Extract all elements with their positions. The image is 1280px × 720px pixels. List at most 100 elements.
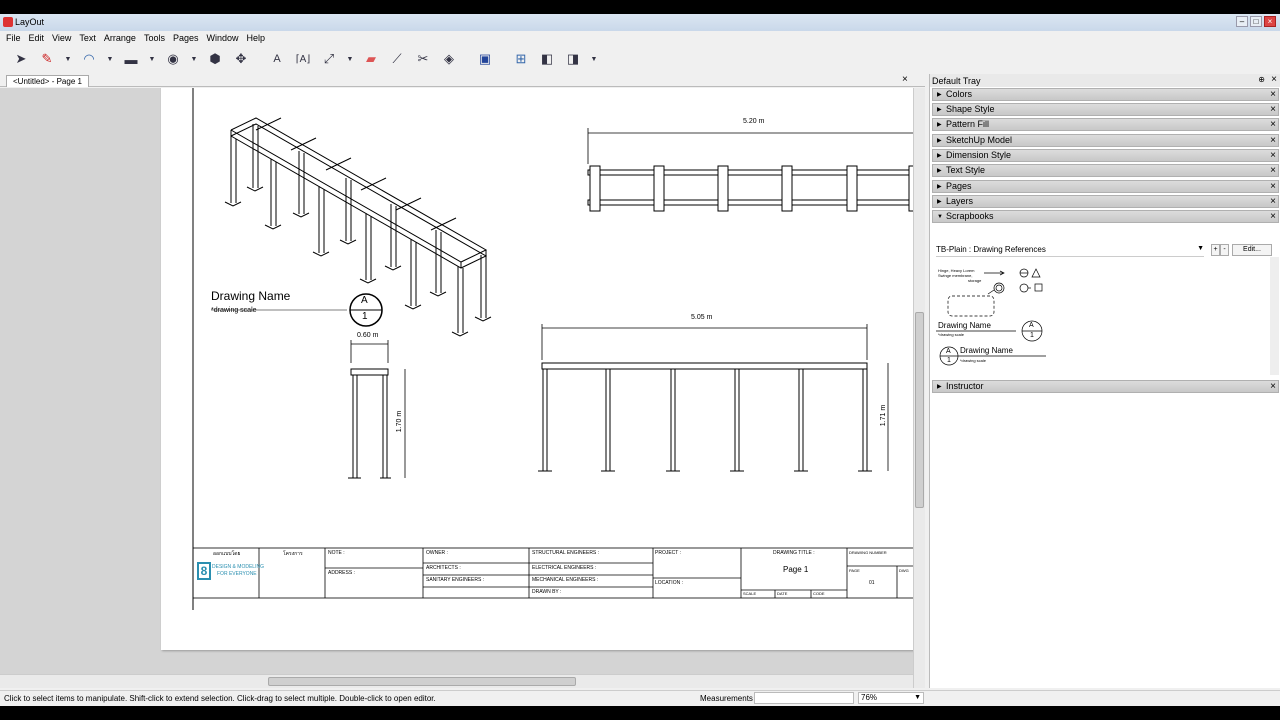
panel-colors[interactable]: ▶ Colors × — [932, 88, 1279, 101]
scrapbook-add-button[interactable]: + — [1211, 244, 1220, 256]
dim-height-right-label: 1.71 m — [880, 404, 888, 427]
panel-scrapbooks[interactable]: ▼ Scrapbooks × — [932, 210, 1279, 223]
presentation-icon[interactable]: ▣ — [474, 49, 496, 69]
tb-page-name: Page 1 — [783, 565, 809, 574]
close-document-icon[interactable]: × — [902, 74, 908, 85]
tb-logo: 8 DESIGN & MODELING FOR EVERYONE — [197, 562, 264, 588]
pencil-icon[interactable]: ✎ — [36, 49, 58, 69]
rectangle-icon[interactable]: ▬ — [120, 49, 142, 69]
panel-dimension-style[interactable]: ▶ Dimension Style × — [932, 149, 1279, 162]
tb-architects: ARCHITECTS : — [426, 565, 461, 571]
eraser-icon[interactable]: ▰ — [360, 49, 382, 69]
tray-close-icon[interactable]: × — [1271, 74, 1277, 85]
scrapbook-sample-name-2: Drawing Name — [960, 346, 1013, 355]
title-bar: LayOut – □ × — [0, 14, 1280, 31]
canvas-horizontal-scrollbar[interactable] — [0, 674, 913, 688]
circle-icon[interactable]: ◉ — [162, 49, 184, 69]
menu-edit[interactable]: Edit — [25, 31, 49, 46]
document-tab-strip: <Untitled> - Page 1 × — [0, 74, 925, 87]
status-bar: Click to select items to manipulate. Shi… — [0, 690, 1280, 706]
menu-help[interactable]: Help — [243, 31, 270, 46]
panel-shape-style[interactable]: ▶ Shape Style × — [932, 103, 1279, 116]
tb-electrical: ELECTRICAL ENGINEERS : — [532, 565, 597, 571]
drawing-scale-text[interactable]: *drawing scale — [211, 307, 257, 314]
isometric-frame-view — [224, 117, 492, 337]
menu-window[interactable]: Window — [202, 31, 242, 46]
tb-sanitary: SANITARY ENGINEERS : — [426, 577, 485, 583]
dimension-dropdown-icon[interactable]: ▼ — [344, 49, 356, 69]
horizontal-scroll-thumb[interactable] — [268, 677, 576, 686]
panel-pattern-fill[interactable]: ▶ Pattern Fill × — [932, 118, 1279, 131]
zoom-select[interactable]: 76% ▼ — [858, 692, 924, 704]
menu-pages[interactable]: Pages — [169, 31, 203, 46]
scrapbook-scrollbar[interactable] — [1270, 257, 1279, 375]
menu-tools[interactable]: Tools — [140, 31, 169, 46]
default-tray: Default Tray ⊕ × ▶ Colors × ▶ Shape Style × … — [929, 74, 1280, 688]
scrapbook-preview-svg — [936, 268, 1046, 366]
tb-logo-text: DESIGN & MODELING — [212, 564, 264, 570]
panel-sketchup-model[interactable]: ▶ SketchUp Model × — [932, 134, 1279, 147]
chevron-down-icon: ▼ — [914, 694, 921, 701]
menu-view[interactable]: View — [48, 31, 75, 46]
plan-view — [587, 128, 913, 212]
window-title: LayOut — [15, 17, 45, 27]
tb-project: PROJECT : — [655, 550, 682, 556]
tb-logo-sub: FOR EVERYONE — [217, 571, 257, 577]
panel-layers[interactable]: ▶ Layers × — [932, 195, 1279, 208]
text-icon[interactable]: A — [266, 49, 288, 69]
select-icon[interactable]: ➤ — [10, 49, 32, 69]
panel-pages[interactable]: ▶ Pages × — [932, 180, 1279, 193]
explode-icon[interactable]: ✥ — [230, 49, 252, 69]
scrapbook-content[interactable]: Hinge, Heavy Lorem Swinge membrane, stor… — [936, 260, 1276, 372]
next-page-icon[interactable]: ◨ — [562, 49, 584, 69]
tb-owner: OWNER : — [426, 550, 448, 556]
tb-dwg: DWG — [899, 568, 909, 573]
drawing-canvas[interactable]: 5.20 m 5.05 m 0.60 m 1.70 m 1.71 m Drawi… — [0, 88, 913, 674]
chevron-down-icon: ▼ — [1197, 245, 1204, 252]
prev-page-icon[interactable]: ◧ — [536, 49, 558, 69]
measurements-label: Measurements — [700, 694, 753, 703]
eyedropper-icon[interactable]: ⟋ — [386, 49, 408, 69]
document-tab[interactable]: <Untitled> - Page 1 — [6, 75, 89, 87]
arc-dropdown-icon[interactable]: ▼ — [104, 49, 116, 69]
label-icon[interactable]: ⌈A⌋ — [292, 49, 314, 69]
vertical-scroll-thumb[interactable] — [915, 312, 924, 508]
tb-project-th: โครงการ — [283, 551, 303, 557]
pencil-dropdown-icon[interactable]: ▼ — [62, 49, 74, 69]
scrapbook-remove-button[interactable]: - — [1220, 244, 1229, 256]
arc-icon[interactable]: ◠ — [78, 49, 100, 69]
circle-dropdown-icon[interactable]: ▼ — [188, 49, 200, 69]
drawing-name-text[interactable]: Drawing Name — [211, 289, 290, 303]
pin-icon[interactable]: ⊕ — [1258, 75, 1265, 84]
toolbar-overflow-icon[interactable]: ▼ — [588, 49, 600, 69]
scrapbook-note-3: storage — [968, 278, 982, 283]
dim-mid-label: 5.05 m — [691, 314, 713, 321]
panel-text-style[interactable]: ▶ Text Style × — [932, 164, 1279, 177]
callout-number: 1 — [362, 311, 368, 322]
rectangle-dropdown-icon[interactable]: ▼ — [146, 49, 158, 69]
join-icon[interactable]: ◈ — [438, 49, 460, 69]
tb-structural: STRUCTURAL ENGINEERS : — [532, 550, 600, 556]
menu-file[interactable]: File — [2, 31, 25, 46]
paper-page[interactable]: 5.20 m 5.05 m 0.60 m 1.70 m 1.71 m Drawi… — [161, 88, 913, 650]
scrapbook-select[interactable]: TB-Plain : Drawing References ▼ — [936, 245, 1204, 257]
split-icon[interactable]: ✂ — [412, 49, 434, 69]
tb-note: NOTE : — [328, 550, 345, 556]
measurements-field[interactable] — [754, 692, 854, 704]
close-window-button[interactable]: × — [1264, 16, 1276, 27]
dimension-icon[interactable]: ⤢ — [318, 49, 340, 69]
scrapbook-edit-button[interactable]: Edit... — [1232, 244, 1272, 256]
canvas-vertical-scrollbar[interactable] — [913, 88, 925, 688]
minimize-button[interactable]: – — [1236, 16, 1248, 27]
add-page-icon[interactable]: ⊞ — [510, 49, 532, 69]
layout-app-icon — [3, 17, 13, 27]
tb-page: PAGE — [849, 568, 860, 573]
polygon-icon[interactable]: ⬢ — [204, 49, 226, 69]
maximize-button[interactable]: □ — [1250, 16, 1262, 27]
status-message: Click to select items to manipulate. Shi… — [4, 694, 436, 703]
tb-date: DATE — [777, 591, 788, 596]
dim-height-left-label: 1.70 m — [396, 410, 404, 433]
menu-text[interactable]: Text — [75, 31, 100, 46]
panel-instructor[interactable]: ▶ Instructor × — [932, 380, 1279, 393]
menu-arrange[interactable]: Arrange — [100, 31, 140, 46]
